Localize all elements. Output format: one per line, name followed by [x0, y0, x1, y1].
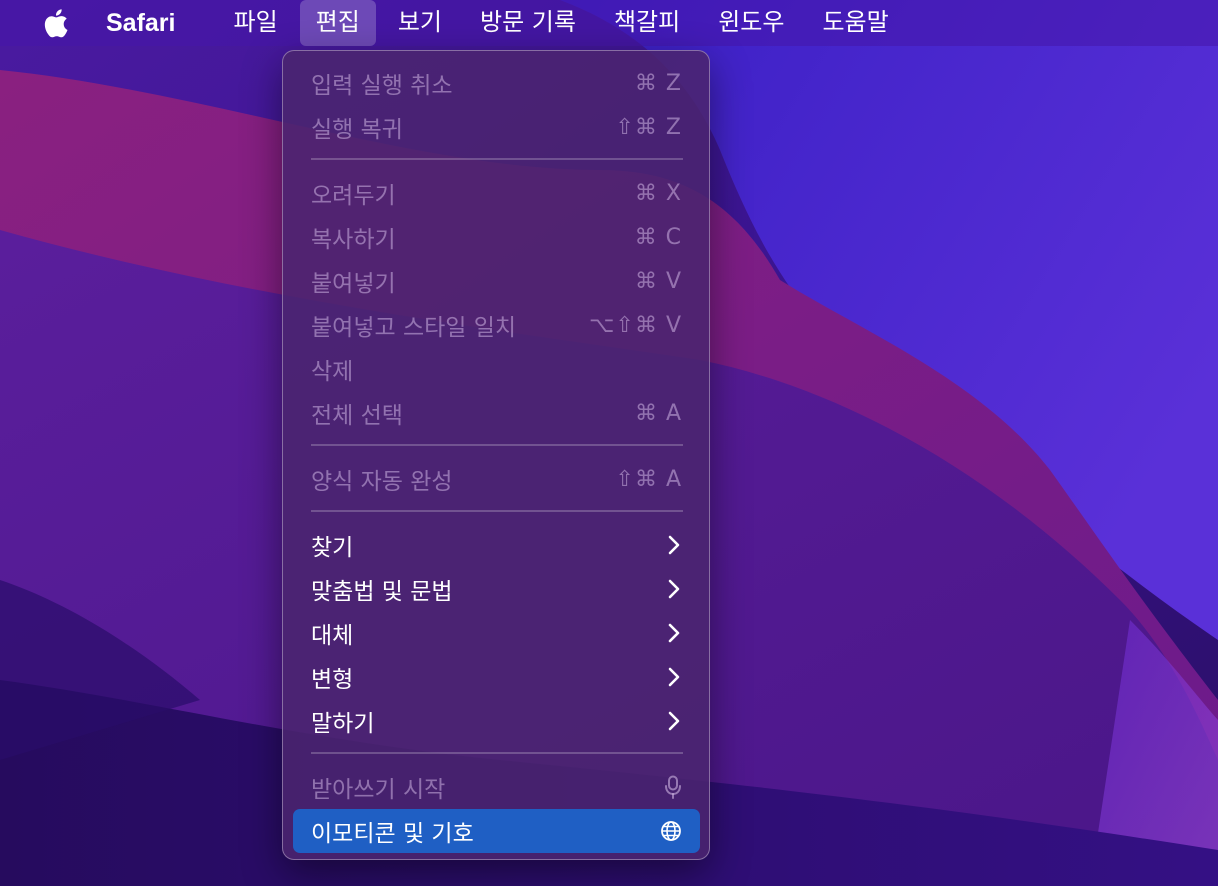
menu-item-label: 양식 자동 완성: [311, 469, 453, 495]
apple-logo-icon: [44, 9, 68, 38]
menu-item-paste-match-style[interactable]: 붙여넣고 스타일 일치 ⌥⇧⌘ V: [293, 303, 700, 347]
menu-item-speech[interactable]: 말하기: [293, 699, 700, 743]
menu-item-undo[interactable]: 입력 실행 취소 ⌘ Z: [293, 61, 700, 105]
menu-item-label: 붙여넣고 스타일 일치: [311, 315, 517, 341]
menu-item-start-dictation[interactable]: 받아쓰기 시작: [293, 765, 700, 809]
menu-item-label: 붙여넣기: [311, 271, 396, 297]
menu-item-transformations[interactable]: 변형: [293, 655, 700, 699]
menu-bar: Safari 파일 편집 보기 방문 기록 책갈피 윈도우 도움말: [0, 0, 1218, 46]
menu-item-label: 입력 실행 취소: [311, 73, 453, 99]
apple-menu[interactable]: [38, 7, 70, 39]
menu-window[interactable]: 윈도우: [702, 0, 800, 46]
chevron-right-icon: [668, 667, 682, 687]
menu-separator: [311, 510, 683, 512]
menu-item-emoji-symbols[interactable]: 이모티콘 및 기호: [293, 809, 700, 853]
menu-item-spelling-grammar[interactable]: 맞춤법 및 문법: [293, 567, 700, 611]
menu-item-label: 변형: [311, 667, 354, 693]
globe-icon: [660, 820, 682, 842]
menu-item-label: 말하기: [311, 711, 375, 737]
menu-item-select-all[interactable]: 전체 선택 ⌘ A: [293, 391, 700, 435]
menu-item-shortcut: ⇧⌘ Z: [615, 114, 682, 140]
menu-item-label: 오려두기: [311, 183, 396, 209]
menu-view[interactable]: 보기: [382, 0, 458, 46]
chevron-right-icon: [668, 535, 682, 555]
menu-item-paste[interactable]: 붙여넣기 ⌘ V: [293, 259, 700, 303]
menu-item-cut[interactable]: 오려두기 ⌘ X: [293, 171, 700, 215]
menu-file[interactable]: 파일: [217, 0, 293, 46]
menu-item-label: 실행 복귀: [311, 117, 403, 143]
chevron-right-icon: [668, 579, 682, 599]
menu-item-autofill[interactable]: 양식 자동 완성 ⇧⌘ A: [293, 457, 700, 501]
menu-item-label: 맞춤법 및 문법: [311, 579, 453, 605]
menu-item-label: 복사하기: [311, 227, 396, 253]
menu-item-label: 찾기: [311, 535, 354, 561]
menu-item-shortcut: ⌥⇧⌘ V: [589, 312, 682, 338]
menu-item-substitutions[interactable]: 대체: [293, 611, 700, 655]
menu-item-label: 삭제: [311, 359, 354, 385]
menu-item-label: 전체 선택: [311, 403, 403, 429]
menu-item-delete[interactable]: 삭제: [293, 347, 700, 391]
edit-menu-dropdown: 입력 실행 취소 ⌘ Z 실행 복귀 ⇧⌘ Z 오려두기 ⌘ X 복사하기 ⌘ …: [282, 50, 710, 860]
menu-item-shortcut: ⌘ A: [634, 400, 682, 426]
chevron-right-icon: [668, 623, 682, 643]
menu-item-redo[interactable]: 실행 복귀 ⇧⌘ Z: [293, 105, 700, 149]
menu-separator: [311, 752, 683, 754]
menu-item-shortcut: ⌘ C: [634, 224, 682, 250]
app-name-safari[interactable]: Safari: [106, 9, 175, 38]
menu-item-label: 대체: [311, 623, 354, 649]
menu-separator: [311, 444, 683, 446]
menu-separator: [311, 158, 683, 160]
menu-bookmarks[interactable]: 책갈피: [598, 0, 696, 46]
menu-item-find[interactable]: 찾기: [293, 523, 700, 567]
menu-item-shortcut: ⌘ Z: [634, 70, 682, 96]
menu-item-label: 받아쓰기 시작: [311, 777, 446, 803]
menu-item-shortcut: ⇧⌘ A: [615, 466, 682, 492]
menu-history[interactable]: 방문 기록: [464, 0, 592, 46]
menu-item-shortcut: ⌘ X: [634, 180, 682, 206]
chevron-right-icon: [668, 711, 682, 731]
menu-edit[interactable]: 편집: [299, 0, 376, 46]
menu-item-copy[interactable]: 복사하기 ⌘ C: [293, 215, 700, 259]
menu-help[interactable]: 도움말: [806, 0, 904, 46]
menu-item-shortcut: ⌘ V: [634, 268, 682, 294]
menu-item-label: 이모티콘 및 기호: [311, 821, 474, 847]
microphone-icon: [664, 775, 682, 799]
